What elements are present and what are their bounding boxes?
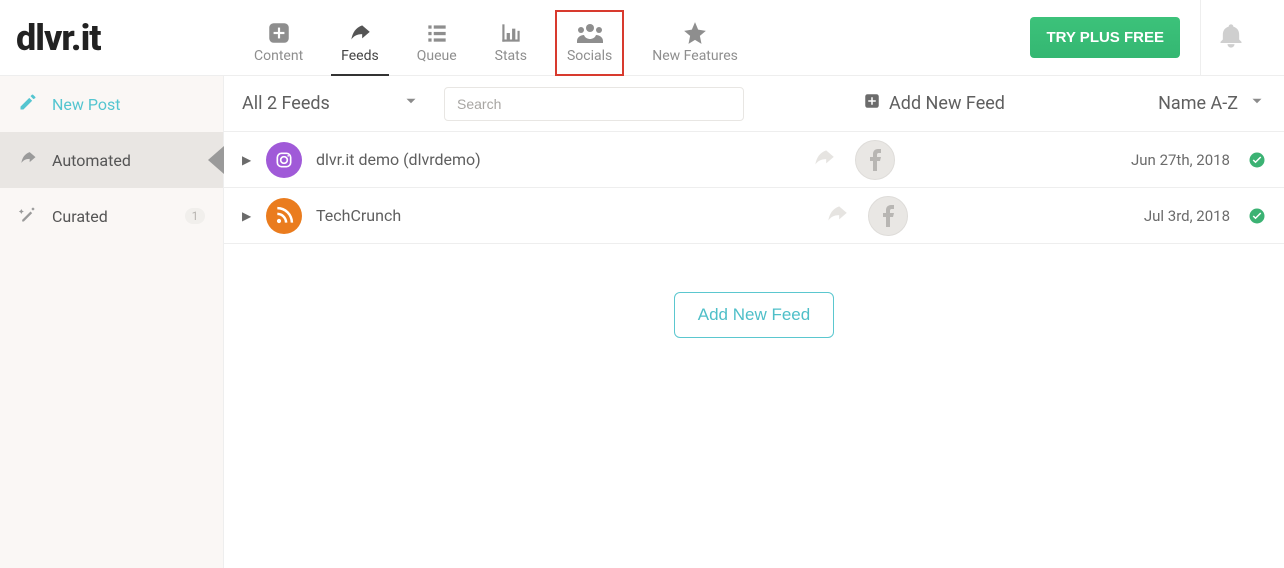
- nav-content[interactable]: Content: [244, 10, 313, 76]
- status-ok-icon: [1248, 151, 1266, 169]
- caret-right-icon[interactable]: ▶: [242, 153, 252, 167]
- sidebar-automated[interactable]: Automated: [0, 132, 223, 188]
- try-plus-button[interactable]: TRY PLUS FREE: [1030, 17, 1180, 58]
- plus-square-icon: [266, 18, 292, 48]
- feeds-toolbar: All 2 Feeds Add New Feed Name A-Z: [224, 76, 1284, 132]
- nav-feeds-label: Feeds: [341, 48, 379, 64]
- logo-right: it: [81, 17, 101, 59]
- logo-left: dlvr: [16, 17, 71, 59]
- sidebar-curated-badge: 1: [185, 208, 205, 224]
- logo-text: dlvr.it: [16, 17, 101, 59]
- add-new-feed-link[interactable]: Add New Feed: [784, 92, 1084, 115]
- sidebar: New Post Automated Curated 1: [0, 76, 224, 568]
- feed-date: Jul 3rd, 2018: [1144, 207, 1230, 225]
- feed-date: Jun 27th, 2018: [1131, 151, 1230, 169]
- list-icon: [424, 18, 450, 48]
- share-arrow-icon: [18, 148, 38, 172]
- header: dlvr.it Content Feeds Queue: [0, 0, 1284, 76]
- plus-square-icon: [863, 92, 881, 115]
- nav-socials[interactable]: Socials: [555, 10, 624, 76]
- feed-row[interactable]: ▶ dlvr.it demo (dlvrdemo) Jun 27th, 2018: [224, 132, 1284, 188]
- add-new-feed-label: Add New Feed: [889, 93, 1005, 114]
- sort-dropdown[interactable]: Name A-Z: [1084, 92, 1284, 115]
- sidebar-new-post-label: New Post: [52, 95, 121, 114]
- search-wrap: [434, 87, 784, 121]
- facebook-destination-icon[interactable]: [855, 140, 895, 180]
- users-group-icon: [575, 18, 605, 48]
- feeds-filter-dropdown[interactable]: All 2 Feeds: [224, 92, 434, 115]
- sidebar-curated-label: Curated: [52, 207, 108, 226]
- main: All 2 Feeds Add New Feed Name A-Z: [224, 76, 1284, 568]
- notifications-button[interactable]: [1200, 0, 1260, 76]
- nav-content-label: Content: [254, 48, 303, 64]
- feed-name: TechCrunch: [316, 206, 401, 225]
- bar-chart-icon: [498, 18, 524, 48]
- nav-new-features-label: New Features: [652, 48, 738, 64]
- feeds-filter-label: All 2 Feeds: [242, 93, 330, 114]
- nav-stats-label: Stats: [495, 48, 527, 64]
- share-icon[interactable]: [811, 145, 837, 175]
- add-new-feed-button[interactable]: Add New Feed: [674, 292, 834, 338]
- rss-avatar-icon: [266, 198, 302, 234]
- sort-label: Name A-Z: [1158, 93, 1238, 114]
- pencil-icon: [18, 92, 38, 116]
- nav-socials-label: Socials: [567, 48, 612, 64]
- nav-queue[interactable]: Queue: [407, 10, 467, 76]
- nav-queue-label: Queue: [417, 48, 457, 64]
- nav-tabs: Content Feeds Queue Stats: [224, 0, 748, 76]
- feed-row-right: Jun 27th, 2018: [811, 140, 1266, 180]
- facebook-destination-icon[interactable]: [868, 196, 908, 236]
- instagram-avatar-icon: [266, 142, 302, 178]
- sidebar-automated-label: Automated: [52, 151, 131, 170]
- chevron-down-icon: [1248, 92, 1266, 115]
- sidebar-curated[interactable]: Curated 1: [0, 188, 223, 244]
- logo[interactable]: dlvr.it: [0, 17, 224, 59]
- header-right: TRY PLUS FREE: [1030, 0, 1284, 76]
- nav-new-features[interactable]: New Features: [642, 10, 748, 76]
- bell-icon: [1217, 22, 1245, 54]
- magic-wand-icon: [18, 204, 38, 228]
- logo-dot: .: [71, 17, 81, 59]
- feed-name: dlvr.it demo (dlvrdemo): [316, 150, 481, 169]
- sidebar-new-post[interactable]: New Post: [0, 76, 223, 132]
- share-arrow-icon: [347, 18, 373, 48]
- status-ok-icon: [1248, 207, 1266, 225]
- search-input[interactable]: [444, 87, 744, 121]
- nav-stats[interactable]: Stats: [485, 10, 537, 76]
- caret-right-icon[interactable]: ▶: [242, 209, 252, 223]
- nav-feeds[interactable]: Feeds: [331, 10, 389, 76]
- feed-row-right: Jul 3rd, 2018: [824, 196, 1266, 236]
- feed-row[interactable]: ▶ TechCrunch Jul 3rd, 2018: [224, 188, 1284, 244]
- share-icon[interactable]: [824, 201, 850, 231]
- star-icon: [682, 18, 708, 48]
- chevron-down-icon: [402, 92, 434, 115]
